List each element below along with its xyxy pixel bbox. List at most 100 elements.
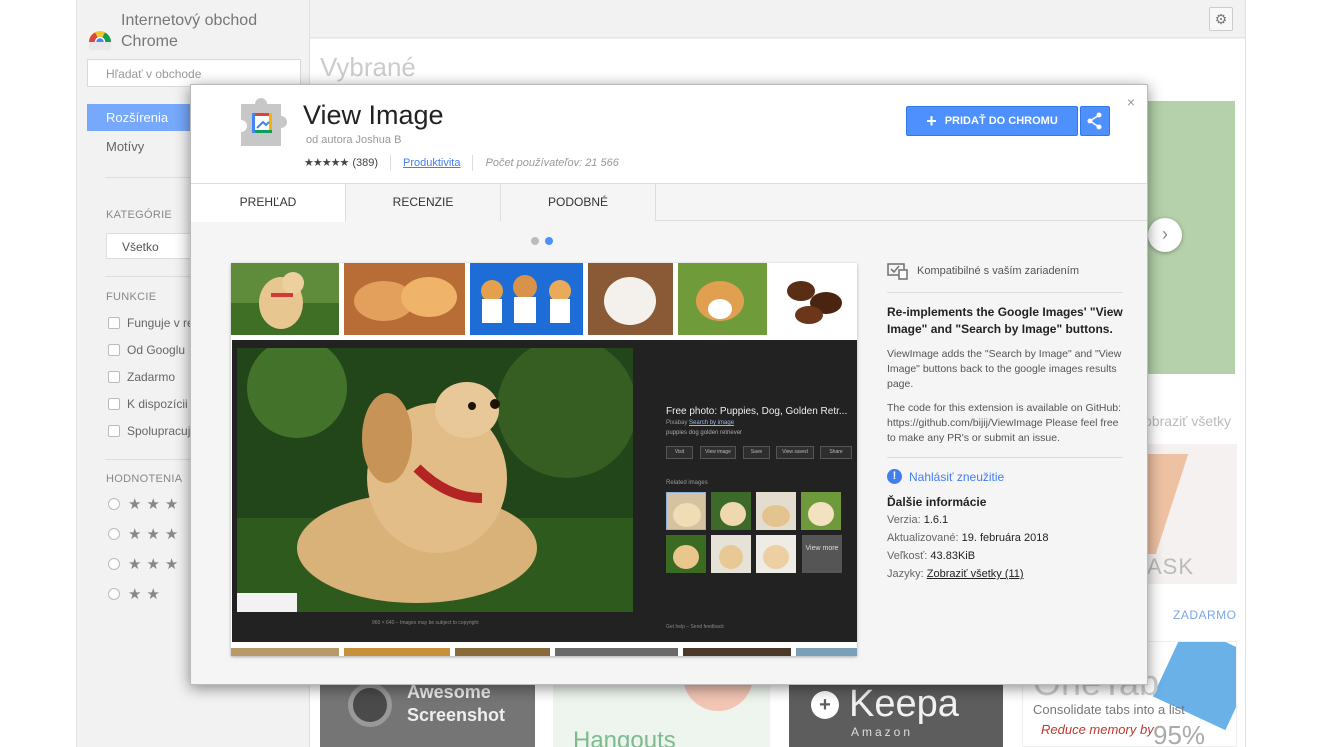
additional-info-heading: Ďalšie informácie: [887, 495, 987, 509]
report-abuse-label: Nahlásiť zneužitie: [909, 469, 1005, 484]
rating-filter[interactable]: ★★: [108, 585, 165, 603]
user-count: Počet používateľov: 21 566: [485, 156, 619, 169]
languages-label: Jazyky:: [887, 568, 924, 580]
camera-lens-icon: [348, 683, 392, 727]
related-image-thumbnail[interactable]: [756, 492, 796, 530]
chrome-store-logo-icon: [89, 31, 111, 50]
carousel-dot-active[interactable]: [545, 237, 553, 245]
rating-stars-icon: ★★: [128, 586, 165, 603]
viewer-footer-links[interactable]: Get help – Send feedback: [666, 624, 724, 630]
extension-detail-dialog: × View Image od autora Joshua B ★★★★★ (3…: [190, 84, 1148, 685]
radio-icon: [108, 528, 120, 540]
carousel-next-icon[interactable]: ›: [1148, 218, 1182, 252]
view-more-button[interactable]: View more: [802, 535, 842, 573]
feature-checkbox[interactable]: K dispozícii: [108, 397, 188, 411]
category-link[interactable]: Produktivita: [403, 157, 460, 169]
dialog-tabs: PREHĽAD RECENZIE PODOBNÉ: [191, 183, 1147, 222]
rating-filter[interactable]: ★★★: [108, 555, 183, 573]
related-image-thumbnail[interactable]: [801, 492, 841, 530]
related-image-thumbnail[interactable]: [666, 492, 706, 530]
store-title: Internetový obchod Chrome: [121, 12, 258, 50]
exclamation-icon: !: [887, 469, 902, 484]
feature-label: Od Googlu: [127, 343, 186, 357]
puppy-image: [673, 503, 701, 527]
updated-row: Aktualizované: 19. februára 2018: [887, 532, 1123, 545]
store-topbar: ⚙: [310, 0, 1245, 38]
puppies-thumbnail-image: [344, 263, 465, 335]
view-image-button[interactable]: View image: [700, 446, 736, 459]
puppy-image: [763, 545, 789, 569]
feature-label: K dispozícii: [127, 397, 188, 411]
categories-heading: KATEGÓRIE: [106, 209, 173, 221]
report-abuse-link[interactable]: ! Nahlásiť zneužitie: [887, 469, 1123, 484]
search-by-image-link[interactable]: Search by image: [689, 420, 734, 426]
size-row: Veľkosť: 43.83KiB: [887, 550, 1123, 563]
languages-row: Jazyky: Zobraziť všetky (11): [887, 568, 1123, 581]
feature-checkbox[interactable]: Spolupracuj: [108, 424, 190, 438]
related-image-thumbnail[interactable]: [711, 492, 751, 530]
puppy-thumbnail-image: [231, 263, 339, 335]
store-search-input[interactable]: Hľadať v obchode: [87, 59, 301, 87]
share-button[interactable]: Share: [820, 446, 852, 459]
save-button[interactable]: Save: [743, 446, 770, 459]
tab-overview[interactable]: PREHĽAD: [191, 184, 346, 222]
viewer-footer: 960 × 640 – Images may be subject to cop…: [372, 620, 479, 626]
viewer-image-title: Free photo: Puppies, Dog, Golden Retr...: [666, 406, 848, 417]
store-brand[interactable]: Internetový obchod Chrome: [87, 10, 271, 54]
settings-gear-icon[interactable]: ⚙: [1209, 7, 1233, 31]
extension-info: Kompatibilné s vaším zariadením Re-imple…: [887, 261, 1123, 581]
extension-author: od autora Joshua B: [306, 134, 402, 146]
rating-filter[interactable]: ★★★: [108, 525, 183, 543]
puppy-image: [673, 545, 699, 569]
puppy-image: [719, 545, 743, 569]
size-label: Veľkosť:: [887, 550, 928, 562]
related-image-thumbnail[interactable]: [711, 535, 751, 573]
visit-button[interactable]: Visit: [666, 446, 693, 459]
related-image-thumbnail[interactable]: [756, 535, 796, 573]
feature-label: Zadarmo: [127, 370, 176, 384]
thumbnail-strip: [796, 648, 857, 656]
tab-reviews[interactable]: RECENZIE: [346, 184, 501, 221]
close-icon[interactable]: ×: [1127, 94, 1135, 110]
checkbox-icon: [108, 371, 120, 383]
tab-related[interactable]: PODOBNÉ: [501, 184, 656, 221]
features-heading: FUNKCIE: [106, 291, 157, 303]
thumbnail-strip: [231, 648, 339, 656]
ratings-heading: HODNOTENIA: [106, 473, 183, 485]
radio-icon: [108, 588, 120, 600]
show-all-languages-link[interactable]: Zobraziť všetky (11): [927, 568, 1024, 580]
extension-description: ViewImage adds the "Search by Image" and…: [887, 348, 1122, 390]
view-saved-button[interactable]: View saved: [776, 446, 814, 459]
version-row: Verzia: 1.6.1: [887, 514, 1123, 527]
tile-subtitle: Amazon: [851, 725, 914, 739]
image-result-thumbnails: [231, 263, 857, 335]
image-viewer-panel: Free photo: Puppies, Dog, Golden Retr...…: [232, 340, 857, 642]
feature-checkbox[interactable]: Od Googlu: [108, 343, 185, 357]
rating-count[interactable]: (389): [352, 157, 378, 169]
show-all-link[interactable]: obraziť všetky: [1144, 413, 1231, 429]
tile-title: Hangouts: [573, 727, 676, 747]
extension-screenshot: Free photo: Puppies, Dog, Golden Retr...…: [231, 263, 857, 656]
feature-checkbox[interactable]: Zadarmo: [108, 370, 175, 384]
add-to-chrome-button[interactable]: + PRIDAŤ DO CHROMU: [906, 106, 1078, 136]
golden-retriever-photo-image: [237, 348, 633, 612]
divider: [887, 457, 1123, 458]
feature-checkbox[interactable]: Funguje v re: [108, 316, 194, 330]
checkbox-icon: [108, 344, 120, 356]
checkbox-icon: [108, 425, 120, 437]
extension-title: View Image: [303, 100, 444, 130]
dachshund-thumbnail-image: [771, 263, 857, 335]
rating-stars-icon: ★★★: [128, 526, 184, 543]
checkbox-icon: [108, 398, 120, 410]
thumbnail-strip: [455, 648, 550, 656]
related-image-thumbnail[interactable]: [666, 535, 706, 573]
share-button[interactable]: [1080, 106, 1110, 136]
feature-label: Spolupracuj: [127, 424, 191, 438]
carousel-dot[interactable]: [531, 237, 539, 245]
device-compatible-icon: [887, 263, 908, 280]
radio-icon: [108, 498, 120, 510]
size-value: 43.83KiB: [930, 550, 976, 562]
rating-filter[interactable]: ★★★: [108, 495, 183, 513]
updated-value: 19. februára 2018: [961, 532, 1049, 544]
tile-caption: Consolidate tabs into a list: [1033, 702, 1185, 717]
